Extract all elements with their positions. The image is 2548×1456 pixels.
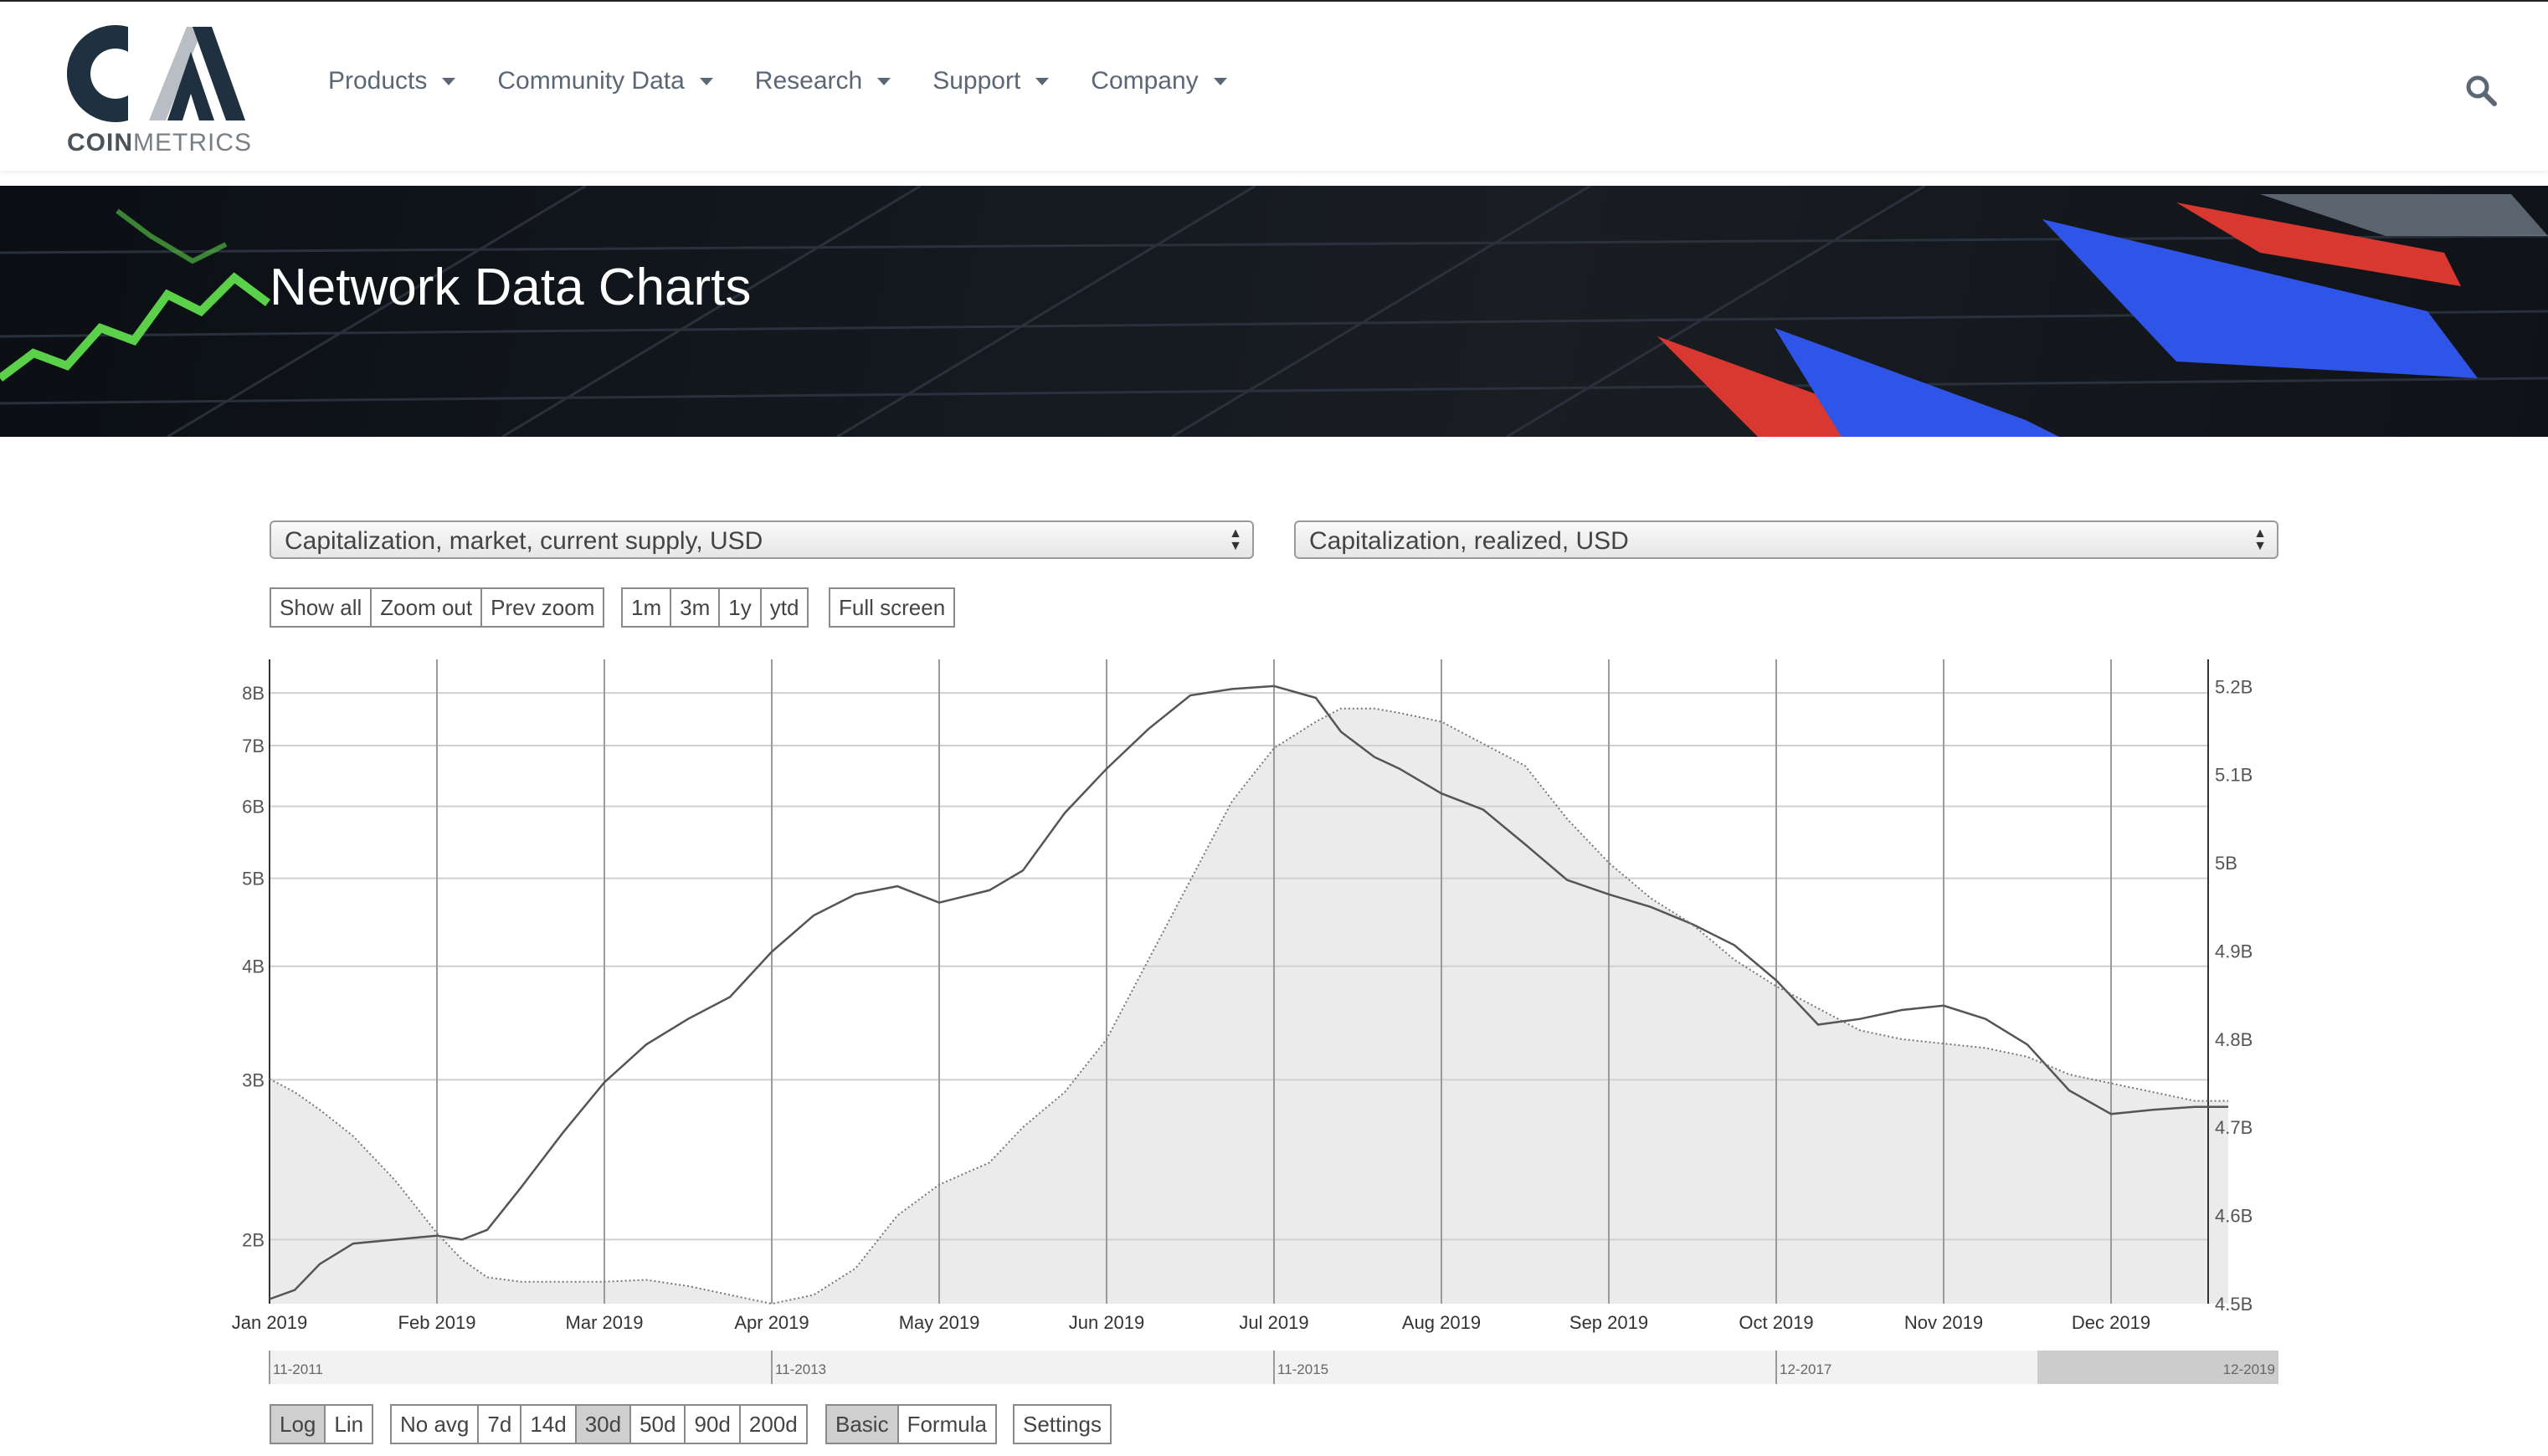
navigator-label: 11-2013 [775, 1361, 826, 1377]
formula-mode-button[interactable]: Formula [898, 1406, 995, 1443]
full-screen-button[interactable]: Full screen [830, 589, 954, 626]
y-right-tick-label: 4.7B [2215, 1117, 2253, 1138]
x-tick-label: Dec 2019 [2072, 1312, 2150, 1333]
basic-mode-button[interactable]: Basic [827, 1406, 899, 1443]
x-tick-label: Mar 2019 [566, 1312, 644, 1333]
page: COINMETRICS Products Community Data Rese… [0, 0, 2548, 1456]
coinmetrics-logo[interactable]: COINMETRICS [65, 18, 252, 161]
x-tick-label: Jun 2019 [1069, 1312, 1145, 1333]
show-all-button[interactable]: Show all [271, 589, 372, 626]
caret-down-icon [442, 77, 456, 85]
scale-button-group: Log Lin [270, 1404, 374, 1444]
hero-banner: Network Data Charts [0, 186, 2548, 437]
network-data-chart[interactable]: 2B 3B 4B 5B 6B 7B 8B 4.5B 4.6B 4.7B 4.8B 4.9B 5B 5.1B… [0, 654, 2548, 1407]
y-right-tick-label: 5.2B [2215, 676, 2253, 697]
x-tick-label: Sep 2019 [1569, 1312, 1648, 1333]
range-ytd-button[interactable]: ytd [761, 589, 808, 626]
logo-wordmark: COINMETRICS [67, 129, 252, 156]
settings-button[interactable]: Settings [1015, 1406, 1110, 1443]
select-value: Capitalization, market, current supply, … [285, 527, 763, 555]
zoom-out-button[interactable]: Zoom out [372, 589, 483, 626]
x-tick-label: Jan 2019 [232, 1312, 308, 1333]
range-3m-button[interactable]: 3m [671, 589, 721, 626]
select-arrows-icon: ▲ ▼ [2253, 526, 2267, 553]
range-1m-button[interactable]: 1m [623, 589, 672, 626]
nav-label: Company [1091, 67, 1199, 95]
caret-down-icon [1213, 77, 1227, 85]
avg-7d-button[interactable]: 7d [479, 1406, 522, 1443]
caret-down-icon [699, 77, 713, 85]
y-right-tick-label: 5B [2215, 853, 2237, 874]
mode-button-group: Basic Formula [825, 1404, 997, 1444]
page-title: Network Data Charts [270, 259, 752, 316]
main-nav: Products Community Data Research Support… [328, 67, 1269, 95]
x-tick-label: Oct 2019 [1739, 1312, 1813, 1333]
y-left-tick-label: 7B [242, 736, 265, 756]
metric-select-right[interactable]: Capitalization, realized, USD ▲ ▼ [1294, 520, 2278, 559]
avg-30d-button[interactable]: 30d [576, 1406, 632, 1443]
nav-support[interactable]: Support [932, 67, 1050, 95]
y-right-tick-label: 5.1B [2215, 765, 2253, 786]
y-left-tick-label: 8B [242, 683, 265, 704]
x-tick-label: May 2019 [899, 1312, 980, 1333]
search-icon[interactable] [2464, 74, 2498, 107]
avg-200d-button[interactable]: 200d [740, 1406, 806, 1443]
y-left-tick-label: 6B [242, 797, 265, 818]
zoom-button-group: Show all Zoom out Prev zoom [270, 587, 605, 628]
navigator-label: 12-2017 [1780, 1361, 1831, 1377]
cm-logo-mark [66, 24, 245, 123]
range-button-group: 1m 3m 1y ytd [621, 587, 809, 628]
average-button-group: No avg 7d 14d 30d 50d 90d 200d [390, 1404, 808, 1444]
nav-company[interactable]: Company [1091, 67, 1227, 95]
y-right-tick-label: 4.8B [2215, 1029, 2253, 1050]
navigator-label: 11-2015 [1277, 1361, 1328, 1377]
range-1y-button[interactable]: 1y [720, 589, 762, 626]
avg-14d-button[interactable]: 14d [521, 1406, 577, 1443]
log-scale-button[interactable]: Log [271, 1406, 326, 1443]
y-left-tick-label: 3B [242, 1069, 265, 1090]
x-tick-label: Nov 2019 [1904, 1312, 1983, 1333]
avg-50d-button[interactable]: 50d [631, 1406, 686, 1443]
navigator-label: 12-2019 [2223, 1361, 2275, 1377]
y-right-tick-label: 4.5B [2215, 1294, 2253, 1315]
caret-down-icon [877, 77, 891, 85]
nav-products[interactable]: Products [328, 67, 456, 95]
y-left-tick-label: 4B [242, 956, 265, 977]
x-tick-label: Apr 2019 [734, 1312, 809, 1333]
settings-button-group: Settings [1013, 1404, 1112, 1444]
x-tick-label: Feb 2019 [398, 1312, 476, 1333]
x-tick-label: Jul 2019 [1239, 1312, 1308, 1333]
nav-label: Products [328, 67, 428, 95]
y-left-tick-label: 2B [242, 1229, 265, 1250]
avg-90d-button[interactable]: 90d [686, 1406, 741, 1443]
select-arrows-icon: ▲ ▼ [1229, 526, 1242, 553]
y-right-tick-label: 4.9B [2215, 941, 2253, 961]
nav-community-data[interactable]: Community Data [497, 67, 713, 95]
nav-label: Support [932, 67, 1021, 95]
nav-research[interactable]: Research [755, 67, 891, 95]
x-tick-label: Aug 2019 [1402, 1312, 1481, 1333]
nav-label: Research [754, 67, 863, 95]
caret-down-icon [1035, 77, 1050, 85]
select-value: Capitalization, realized, USD [1309, 527, 1629, 555]
y-left-tick-label: 5B [242, 869, 265, 889]
nav-label: Community Data [497, 67, 685, 95]
metric-select-left[interactable]: Capitalization, market, current supply, … [270, 520, 1254, 559]
no-avg-button[interactable]: No avg [392, 1406, 480, 1443]
fullscreen-button-group: Full screen [829, 587, 956, 628]
navigator-label: 11-2011 [273, 1361, 323, 1377]
prev-zoom-button[interactable]: Prev zoom [482, 589, 604, 626]
lin-scale-button[interactable]: Lin [326, 1406, 372, 1443]
site-header: COINMETRICS Products Community Data Rese… [0, 2, 2548, 171]
y-right-tick-label: 4.6B [2215, 1206, 2253, 1227]
